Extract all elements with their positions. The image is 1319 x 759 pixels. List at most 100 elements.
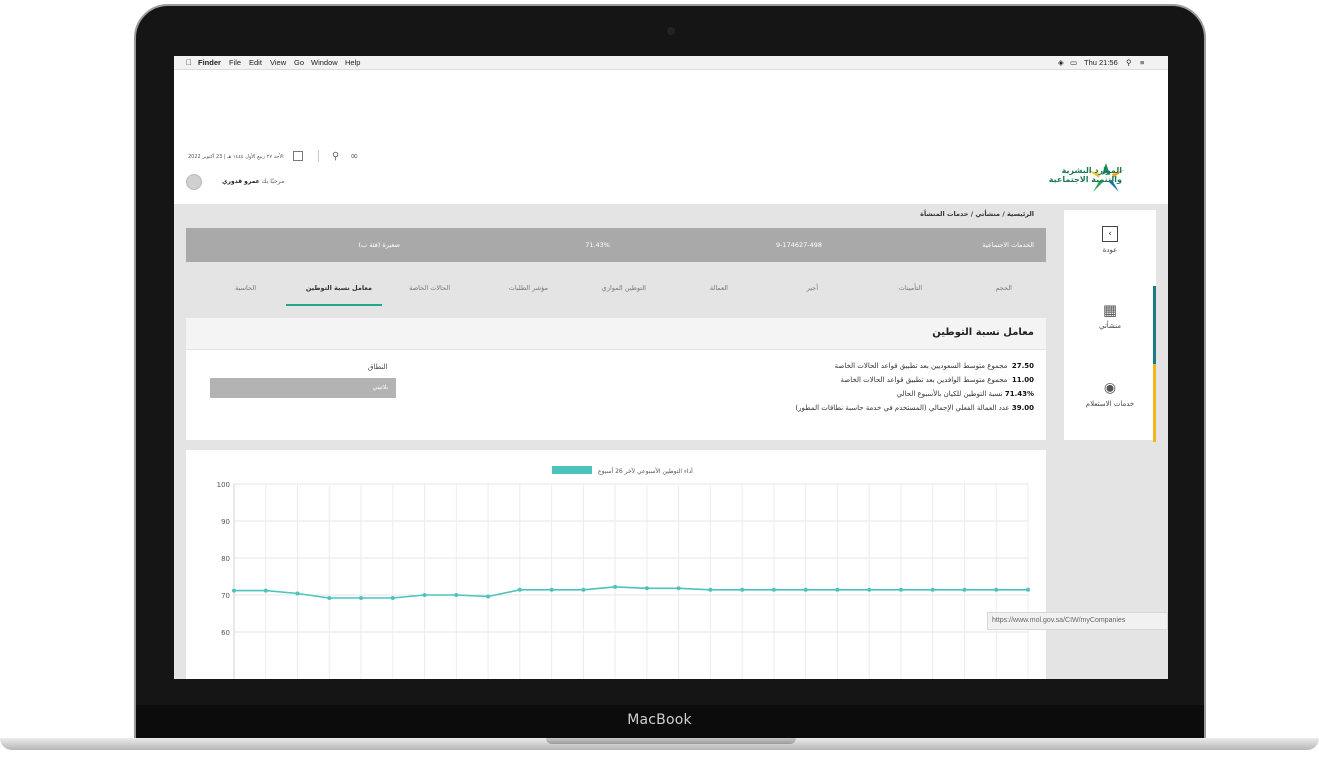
data-point xyxy=(708,587,713,592)
building-icon: ▦ xyxy=(1102,301,1118,319)
range-label: النطاق xyxy=(368,363,388,371)
data-point xyxy=(613,584,618,589)
data-point xyxy=(232,588,236,593)
data-point xyxy=(295,591,300,596)
tab-labor[interactable]: العمالة xyxy=(710,284,728,292)
data-point xyxy=(994,587,999,592)
tab-special-cases[interactable]: الحالات الخاصة xyxy=(409,284,450,292)
data-point xyxy=(962,587,967,592)
series-line xyxy=(234,586,1028,599)
stat-text: مجموع متوسط الوافدين بعد تطبيق قواعد الح… xyxy=(840,376,1008,384)
panel-title: معامل نسبة التوطين xyxy=(932,327,1034,338)
menu-window[interactable]: Window xyxy=(311,58,338,67)
y-tick-label: 90 xyxy=(221,518,230,526)
tab-size[interactable]: الحجم xyxy=(995,284,1012,292)
establishment-id: 9-174627-498 xyxy=(775,241,822,249)
menu-help[interactable]: Help xyxy=(345,58,360,67)
avatar[interactable] xyxy=(186,174,202,190)
laptop-notch xyxy=(546,738,796,744)
stat-value: 39.00 xyxy=(1011,404,1034,412)
tab-calculator[interactable]: الحاسبة xyxy=(235,284,256,292)
stat-row: 39.00 عدد العمالة الفعلي الإجمالي (المست… xyxy=(795,404,1034,412)
calendar-icon[interactable] xyxy=(293,151,303,161)
data-point xyxy=(930,587,935,592)
data-point xyxy=(581,587,586,592)
data-point xyxy=(867,587,872,592)
data-point xyxy=(676,586,681,591)
sidebar-item-inquiry-services[interactable]: ◉ خدمات الاستعلام xyxy=(1064,380,1156,408)
data-point xyxy=(422,593,427,597)
mac-menubar:  Finder File Edit View Go Window Help ◈… xyxy=(174,56,1168,70)
logo-text-line1: الموارد البشرية xyxy=(1061,166,1122,175)
data-point xyxy=(263,588,268,593)
stat-row: 11.00 مجموع متوسط الوافدين بعد تطبيق قوا… xyxy=(841,376,1034,384)
y-tick-label: 70 xyxy=(221,592,230,600)
saudization-line-chart: 100 90 80 70 60 أداء التوطين الأسبوعي لآخر 2… xyxy=(217,466,1030,679)
link-icon[interactable]: ∞ xyxy=(350,151,358,162)
spotlight-icon[interactable]: ⚲ xyxy=(1126,58,1132,67)
tab-parallel-saudization[interactable]: التوطين الموازي xyxy=(602,284,646,292)
coefficient-panel: معامل نسبة التوطين 27.50 مجموع متوسط الس… xyxy=(186,318,1046,440)
data-point xyxy=(771,587,776,592)
user-name[interactable]: عمرو قدوري xyxy=(222,178,260,185)
data-point xyxy=(803,587,808,592)
tab-insurance[interactable]: التأمينات xyxy=(899,284,922,292)
chevron-right-icon: › xyxy=(1102,226,1118,242)
wrench-icon[interactable]: ⚲ xyxy=(332,151,339,162)
stat-row: 71.43% نسبة التوطين للكيان بالأسبوع الحا… xyxy=(897,390,1034,398)
stat-text: نسبة التوطين للكيان بالأسبوع الحالي xyxy=(896,390,1003,398)
camera xyxy=(667,27,675,35)
header-date: الأحد ٢٧ ربيع الأول ١٤٤٤ هـ | 23 أكتوبر … xyxy=(188,154,284,160)
sidebar-item-inquiry-services-label: خدمات الاستعلام xyxy=(1085,400,1135,408)
range-value-field: بلاتيني xyxy=(210,378,396,398)
breadcrumb[interactable]: الرئيسية / منشأتي / خدمات المنشأة xyxy=(920,210,1034,218)
y-tick-label: 100 xyxy=(217,481,230,489)
saudization-percent: 71.43% xyxy=(585,241,610,249)
right-sidebar: › عودة ▦ منشأتي ◉ خدمات الاستعلام xyxy=(1064,210,1156,442)
sidebar-item-my-establishment[interactable]: ▦ منشأتي xyxy=(1064,302,1156,330)
sidebar-accent-teal xyxy=(1153,286,1156,364)
y-tick-label: 80 xyxy=(221,555,230,563)
tabs: الحجم التأمينات أجير العمالة التوطين الم… xyxy=(186,276,1046,308)
tab-ajeer[interactable]: أجير xyxy=(807,284,818,292)
menu-file[interactable]: File xyxy=(229,58,241,67)
menu-go[interactable]: Go xyxy=(294,58,304,67)
data-point xyxy=(486,594,491,599)
establishment-info-bar: الخدمات الاجتماعية 9-174627-498 71.43% ص… xyxy=(186,228,1046,262)
sidebar-item-back-label: عودة xyxy=(1102,246,1118,254)
screen:  Finder File Edit View Go Window Help ◈… xyxy=(174,56,1168,679)
data-point xyxy=(359,596,363,600)
legend-swatch xyxy=(552,466,592,474)
stat-value: 71.43% xyxy=(1004,390,1034,398)
status-url-tooltip: https://www.mol.gov.sa/CIW/myCompanies xyxy=(987,612,1168,630)
greeting-prefix: مرحبًا بك xyxy=(261,178,285,185)
data-point xyxy=(390,596,395,600)
broadcast-icon: ◉ xyxy=(1103,380,1117,396)
chart-panel: 100 90 80 70 60 أداء التوطين الأسبوعي لآخر 2… xyxy=(186,450,1046,679)
stat-text: مجموع متوسط السعوديين بعد تطبيق قواعد ال… xyxy=(834,362,1008,370)
battery-icon[interactable]: ▭ xyxy=(1070,58,1077,67)
sidebar-accent-yellow xyxy=(1153,364,1156,442)
menu-app-name[interactable]: Finder xyxy=(198,58,221,67)
menu-edit[interactable]: Edit xyxy=(249,58,262,67)
greeting: مرحبًا بك عمرو قدوري xyxy=(222,178,284,185)
menu-view[interactable]: View xyxy=(270,58,286,67)
data-point xyxy=(835,587,840,592)
data-point xyxy=(549,587,554,592)
sidebar-item-back[interactable]: › عودة xyxy=(1064,226,1156,254)
content-area: › عودة ▦ منشأتي ◉ خدمات الاستعلام الرئيس… xyxy=(174,204,1168,679)
establishment-name: الخدمات الاجتماعية xyxy=(982,241,1034,249)
tab-requests-indicator[interactable]: مؤشر الطلبات xyxy=(509,284,548,292)
panel-header: معامل نسبة التوطين xyxy=(186,318,1046,350)
tab-saudization-coefficient[interactable]: معامل نسبة التوطين xyxy=(306,284,372,292)
data-point xyxy=(740,587,745,592)
stat-text: عدد العمالة الفعلي الإجمالي (المستخدم في… xyxy=(795,404,1010,412)
logo-text-line2: والتنمية الاجتماعية xyxy=(1048,175,1122,184)
range-value: بلاتيني xyxy=(372,384,388,391)
menu-clock[interactable]: Thu 21:56 xyxy=(1084,58,1118,67)
notification-center-icon[interactable]: ≡ xyxy=(1140,58,1144,67)
stat-value: 11.00 xyxy=(1011,376,1034,384)
sidebar-item-my-establishment-label: منشأتي xyxy=(1098,322,1122,330)
apple-icon[interactable]:  xyxy=(186,58,192,67)
wifi-icon[interactable]: ◈ xyxy=(1058,58,1064,67)
